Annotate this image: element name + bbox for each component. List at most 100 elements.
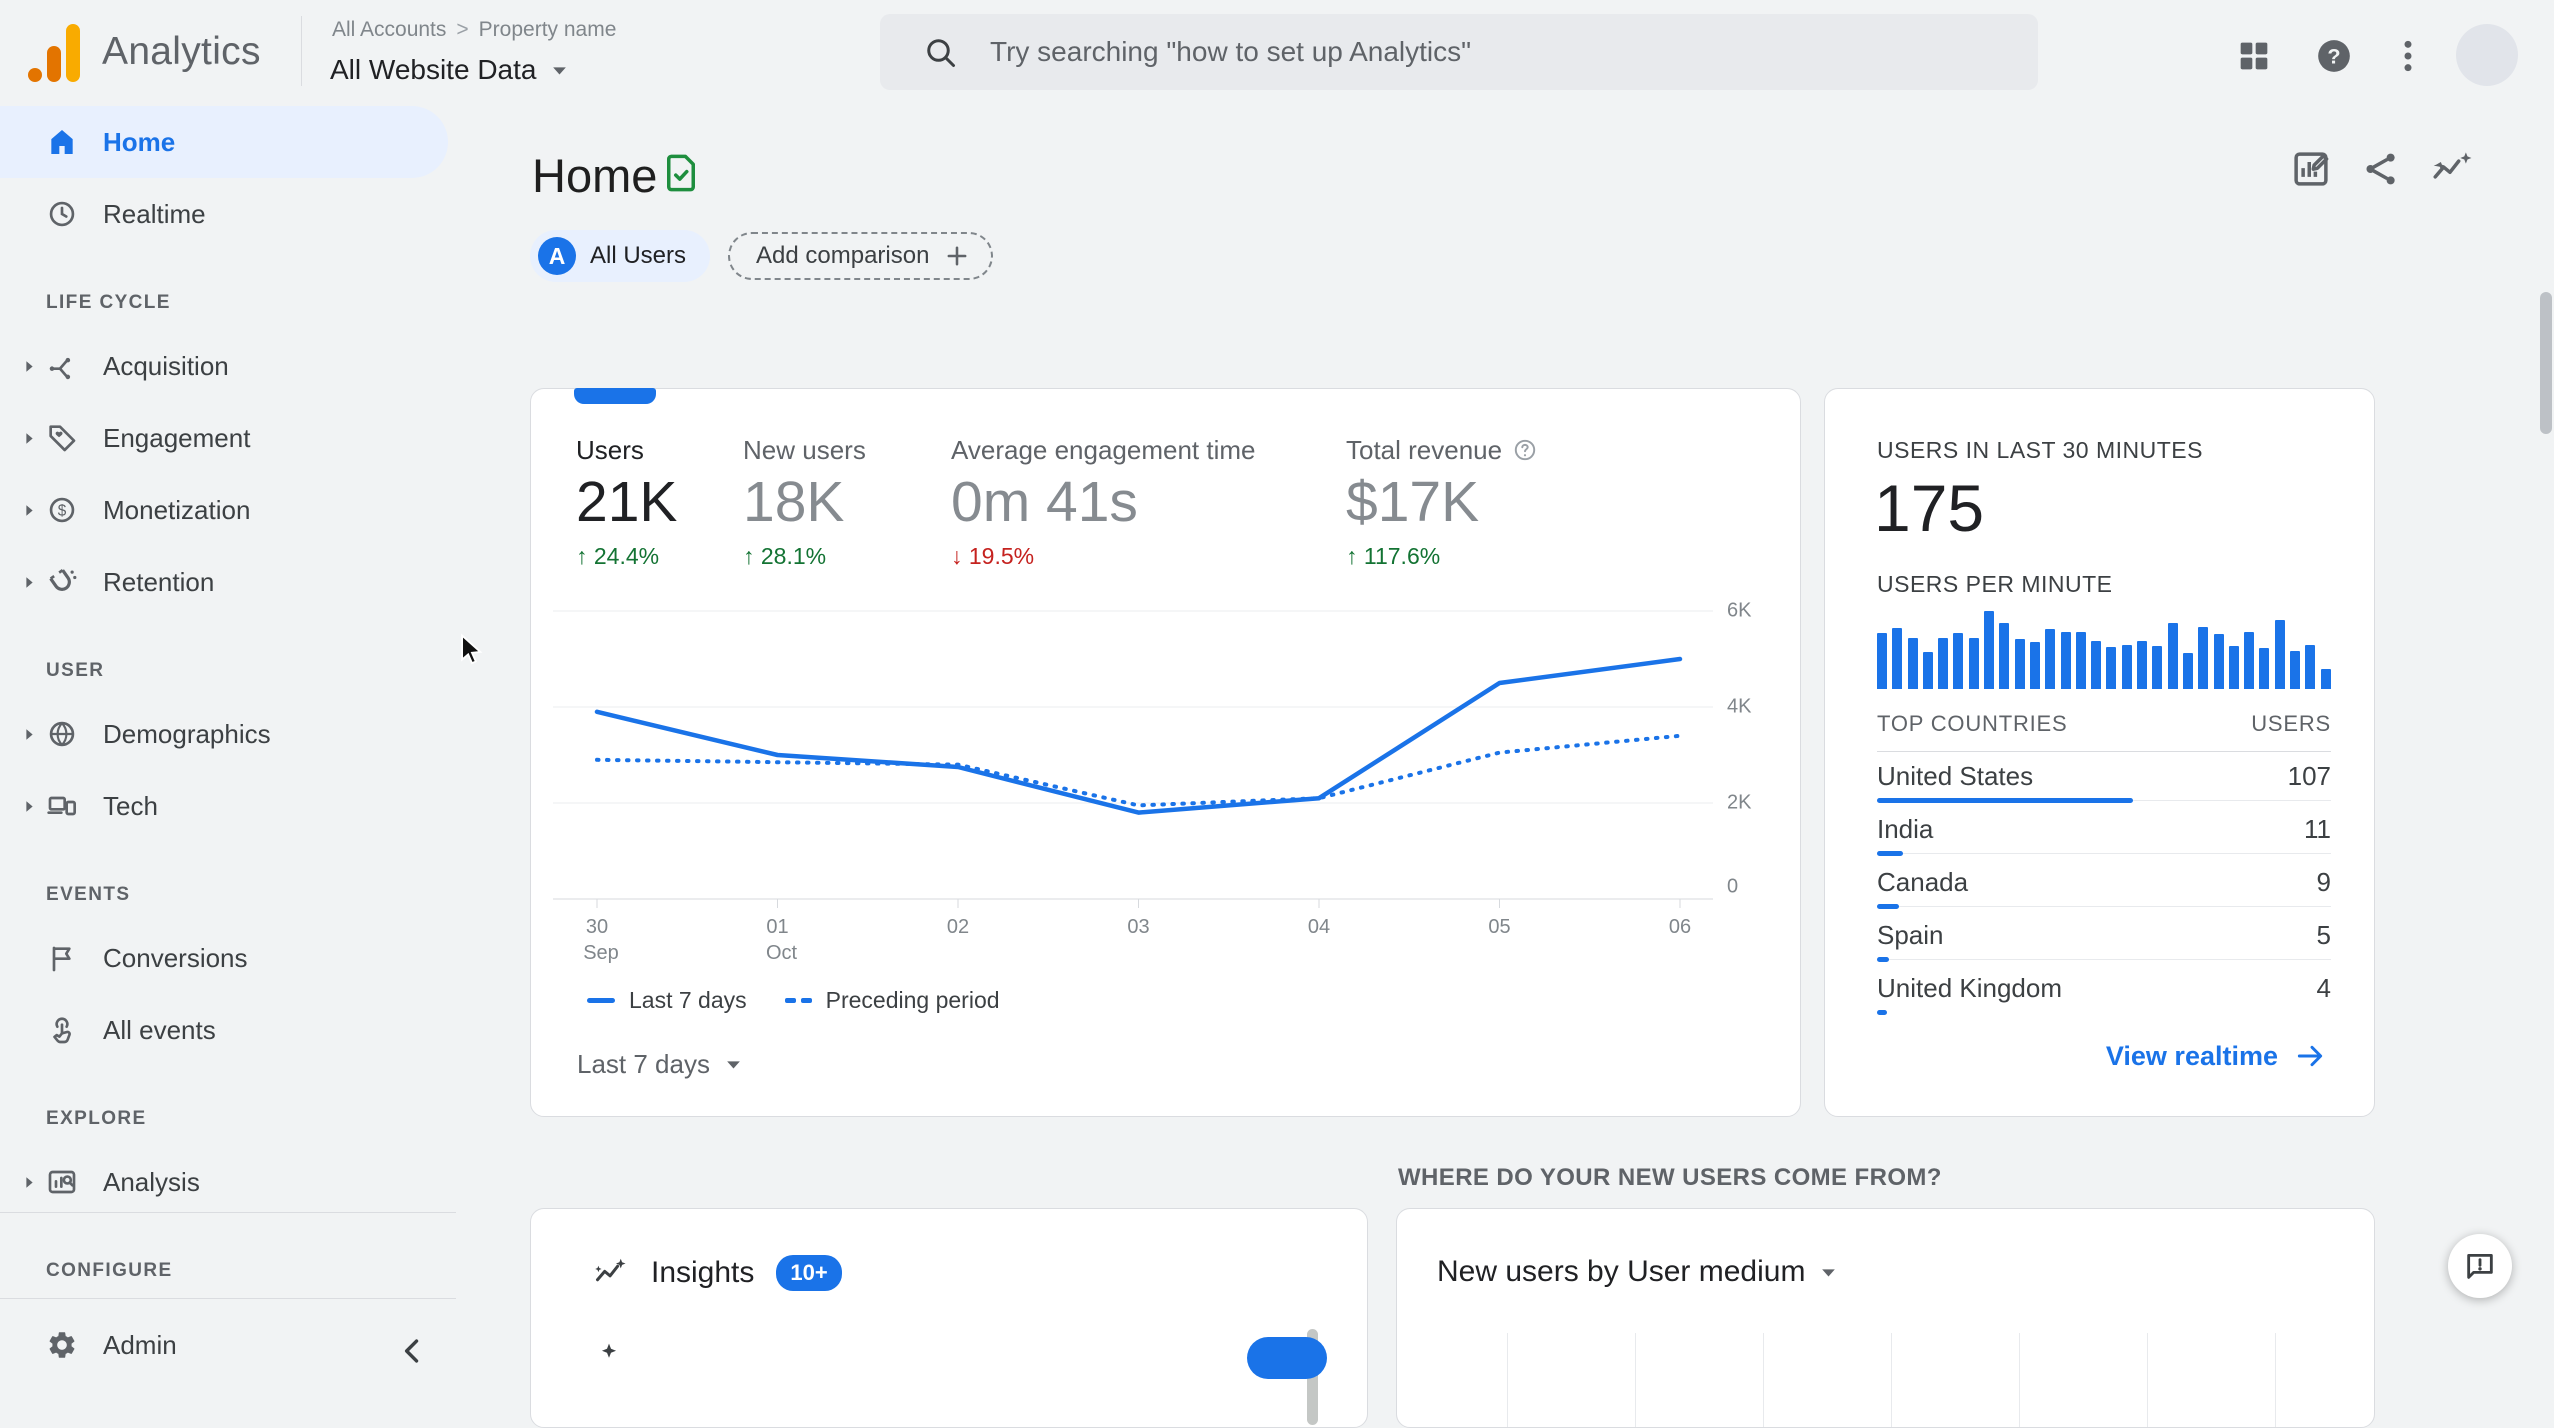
expand-arrow-icon[interactable] <box>12 727 46 742</box>
all-users-chip[interactable]: A All Users <box>530 230 711 282</box>
minute-bar <box>2198 626 2209 689</box>
insights-sparkline-icon <box>593 1255 629 1291</box>
add-comparison-label: Add comparison <box>756 242 930 269</box>
more-vertical-button[interactable] <box>2388 36 2428 76</box>
metric-tab-indicator[interactable] <box>574 388 656 404</box>
users-line-chart: 6K 4K 2K 0 30 Sep 01 Oct 02 03 04 05 06 <box>553 599 1752 964</box>
sidebar-collapse-button[interactable] <box>396 1334 430 1368</box>
country-users: 9 <box>2316 867 2331 897</box>
sidebar-item-admin[interactable]: Admin <box>0 1309 448 1381</box>
add-comparison-button[interactable]: Add comparison <box>728 232 994 280</box>
minute-bar <box>2045 628 2056 689</box>
legend-last-7-days: Last 7 days <box>587 987 747 1014</box>
share-button[interactable] <box>2360 148 2402 190</box>
svg-text:04: 04 <box>1308 916 1330 938</box>
metric-value: 18K <box>743 470 845 534</box>
search-input[interactable]: Try searching "how to set up Analytics" <box>880 14 2038 90</box>
insights-header-row: Insights 10+ <box>593 1255 842 1291</box>
svg-text:01: 01 <box>766 916 788 938</box>
expand-arrow-icon[interactable] <box>12 503 46 518</box>
metric-users[interactable]: Users 21K ↑ 24.4% <box>576 435 743 569</box>
view-realtime-link[interactable]: View realtime <box>2100 1039 2332 1073</box>
svg-text:$: $ <box>58 503 67 520</box>
expand-arrow-icon[interactable] <box>12 1175 46 1190</box>
home-icon <box>46 126 78 158</box>
data-status-check-icon <box>660 152 702 198</box>
country-row: United States 107 <box>1877 752 2331 805</box>
country-bar <box>1877 1010 1887 1015</box>
expand-arrow-icon[interactable] <box>12 575 46 590</box>
retention-icon <box>46 566 78 598</box>
metric-total-revenue[interactable]: Total revenue $17K ↑ 117.6% <box>1346 435 1538 569</box>
search-icon <box>922 34 958 70</box>
country-name: United States <box>1877 761 2034 791</box>
metric-value: 0m 41s <box>951 470 1138 534</box>
country-row: United Kingdom 4 <box>1877 964 2331 1017</box>
question-circle-icon[interactable] <box>1512 437 1538 463</box>
breadcrumb-accounts[interactable]: All Accounts <box>332 18 446 41</box>
dashed-line-swatch <box>784 998 812 1003</box>
svg-text:05: 05 <box>1488 916 1510 938</box>
help-button[interactable]: ? <box>2314 36 2354 76</box>
date-range-selector[interactable]: Last 7 days <box>577 1049 743 1080</box>
sidebar-item-tech[interactable]: Tech <box>0 770 448 842</box>
sidebar-section-life-cycle: LIFE CYCLE <box>46 292 171 313</box>
metric-new-users[interactable]: New users 18K ↑ 28.1% <box>743 435 951 569</box>
sidebar-item-analysis[interactable]: Analysis <box>0 1146 448 1218</box>
analytics-logo-icon <box>26 22 82 86</box>
feedback-button[interactable] <box>2448 1234 2512 1298</box>
avatar[interactable] <box>2456 24 2518 86</box>
sidebar-section-events: EVENTS <box>46 884 131 905</box>
sidebar-item-engagement[interactable]: Engagement <box>0 402 448 474</box>
country-name: Canada <box>1877 867 1969 897</box>
minute-bar <box>2305 645 2316 689</box>
date-range-label: Last 7 days <box>577 1049 710 1079</box>
sidebar-item-realtime[interactable]: Realtime <box>0 178 448 250</box>
expand-arrow-icon[interactable] <box>12 431 46 446</box>
tech-icon <box>46 790 78 822</box>
sidebar-item-label: Demographics <box>103 718 271 749</box>
page-scrollbar[interactable] <box>2540 292 2552 434</box>
customize-report-button[interactable] <box>2290 148 2332 190</box>
sidebar-item-demographics[interactable]: Demographics <box>0 698 448 770</box>
top-countries-rows: United States 107 India 11 Canada 9 Spain 5 Unit… <box>1877 752 2331 1017</box>
country-bar <box>1877 904 1899 909</box>
country-row: India 11 <box>1877 805 2331 858</box>
overview-card: Users 21K ↑ 24.4% New users 18K ↑ 28.1% Averag… <box>530 388 1801 1117</box>
breadcrumb-property[interactable]: Property name <box>479 18 617 41</box>
comparison-chips-row: A All Users Add comparison <box>530 230 994 282</box>
expand-arrow-icon[interactable] <box>12 359 46 374</box>
sidebar-item-retention[interactable]: Retention <box>0 546 448 618</box>
sidebar-item-label: Analysis <box>103 1166 200 1197</box>
minute-bar <box>1892 628 1903 689</box>
allevents-icon <box>46 1014 78 1046</box>
new-users-dimension-selector[interactable]: New users by User medium <box>1437 1255 1838 1289</box>
sidebar-item-home[interactable]: Home <box>0 106 448 178</box>
expand-arrow-icon[interactable] <box>12 799 46 814</box>
minute-bar <box>2060 632 2071 689</box>
country-users: 4 <box>2316 973 2331 1003</box>
country-bar <box>1877 851 1904 856</box>
sidebar-item-label: Acquisition <box>103 350 229 381</box>
insights-sparkline-button[interactable] <box>2430 148 2472 190</box>
sidebar-item-all-events[interactable]: All events <box>0 994 448 1066</box>
app-name: Analytics <box>102 30 261 73</box>
series-last-7-days <box>594 656 1683 815</box>
metric-label: New users <box>743 435 866 465</box>
minute-bar <box>2029 642 2040 689</box>
svg-text:30: 30 <box>586 916 608 938</box>
sidebar-item-label: Engagement <box>103 422 251 453</box>
sidebar-item-conversions[interactable]: Conversions <box>0 922 448 994</box>
sidebar-item-acquisition[interactable]: Acquisition <box>0 330 448 402</box>
metric-average-engagement-time[interactable]: Average engagement time 0m 41s ↓ 19.5% <box>951 435 1346 569</box>
country-name: Spain <box>1877 920 1944 950</box>
arrow-right-icon <box>2297 1045 2323 1067</box>
apps-grid-button[interactable] <box>2234 36 2274 76</box>
insights-count-badge: 10+ <box>776 1255 842 1291</box>
metric-label: Users <box>576 435 644 465</box>
new-users-chart-gridlines <box>1507 1333 2334 1427</box>
sidebar-section-configure: CONFIGURE <box>46 1260 173 1281</box>
minute-bar <box>2213 634 2224 689</box>
sidebar-item-monetization[interactable]: $ Monetization <box>0 474 448 546</box>
property-selector[interactable]: All Website Data <box>330 54 569 86</box>
